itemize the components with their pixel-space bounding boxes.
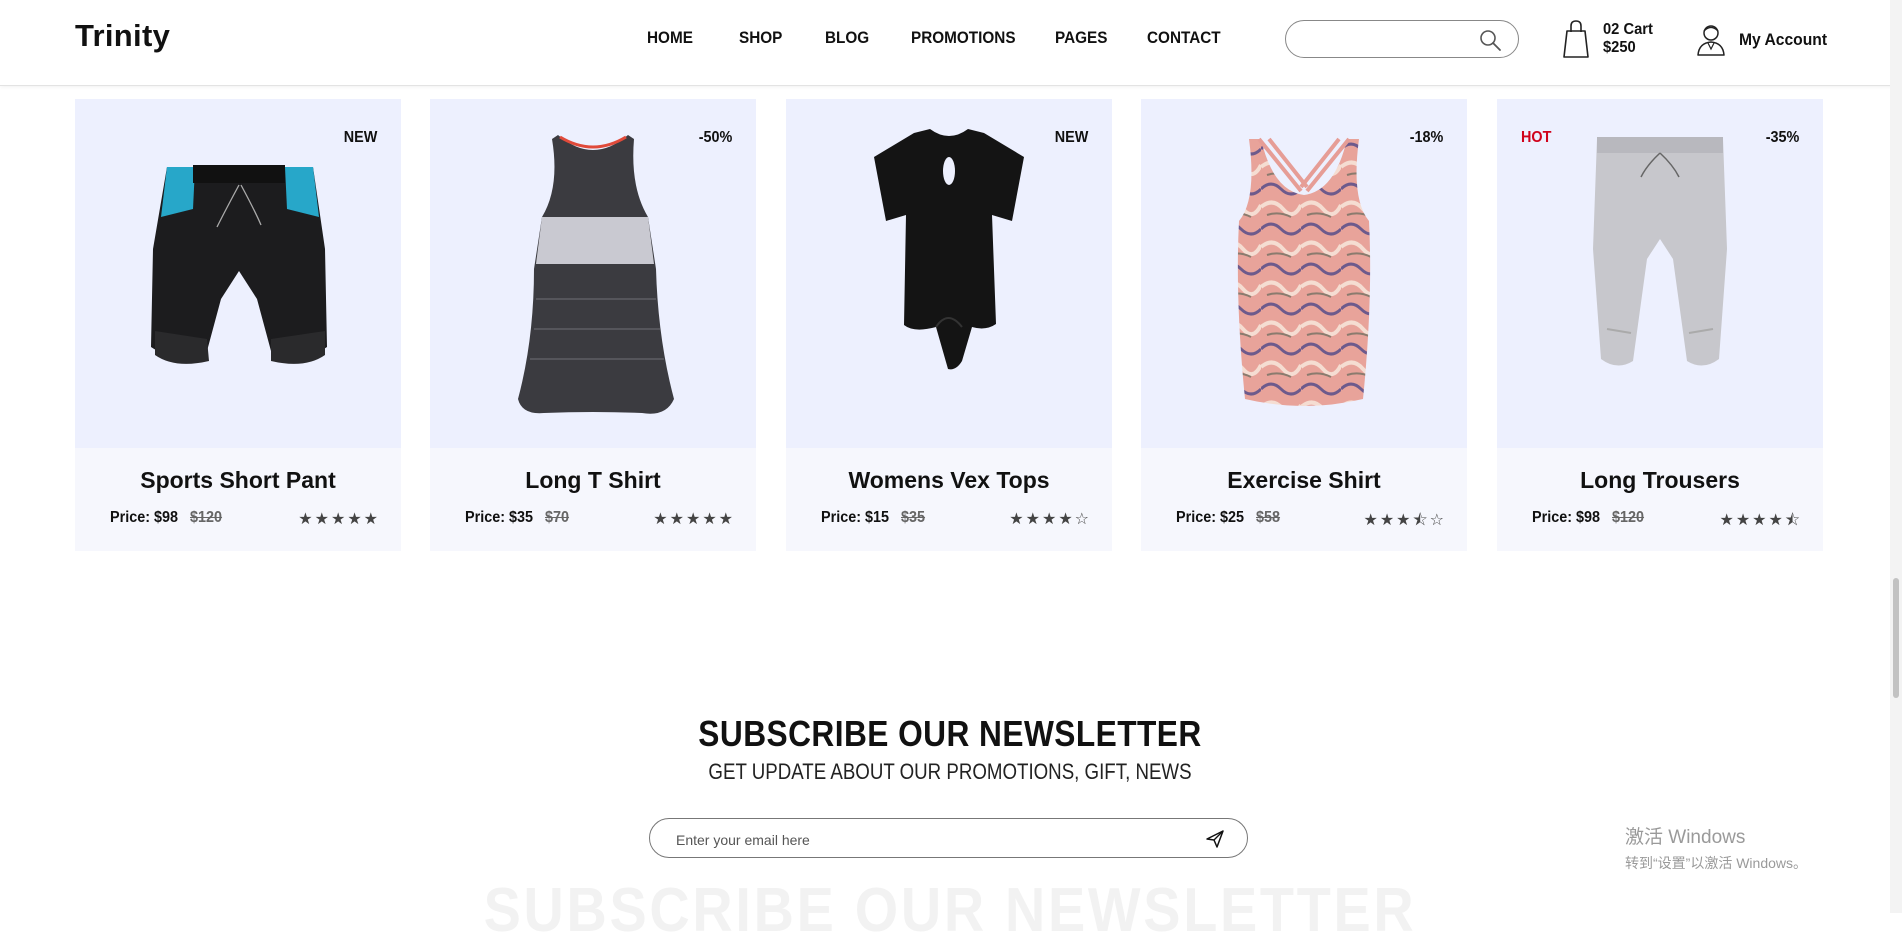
rating-stars: ★★★★★ — [653, 511, 735, 528]
cart-total: $250 — [1603, 39, 1636, 56]
scrollbar-thumb[interactable] — [1893, 578, 1899, 698]
nav-pages[interactable]: PAGES — [1055, 28, 1107, 48]
product-image[interactable] — [75, 99, 401, 448]
newsletter-ghost-title: SUBSCRIBE OUR NEWSLETTER — [483, 876, 1417, 945]
cart-summary[interactable]: 02 Cart $250 — [1603, 21, 1653, 57]
price-row: Price: $35 $70 ★★★★★ — [465, 509, 735, 531]
price-row: Price: $98 $120 ★★★★★ — [110, 509, 380, 531]
newsletter-subtitle: GET UPDATE ABOUT OUR PROMOTIONS, GIFT, N… — [708, 759, 1192, 784]
product-image[interactable] — [430, 99, 756, 448]
product-price: Price: $98 — [110, 509, 179, 526]
product-old-price: $120 — [1612, 509, 1645, 526]
email-input[interactable] — [674, 828, 1158, 852]
cart-count: 02 Cart — [1603, 21, 1653, 38]
product-name[interactable]: Sports Short Pant — [75, 467, 401, 494]
tank-dress-image — [518, 135, 674, 414]
newsletter-form — [649, 818, 1248, 858]
product-name[interactable]: Long T Shirt — [430, 467, 756, 494]
rating-stars: ★★★★★ — [298, 511, 380, 528]
top-image — [874, 129, 1024, 370]
price-row: Price: $15 $35 ★★★★☆ — [821, 509, 1091, 531]
product-badge: NEW — [1054, 129, 1088, 146]
product-badge: -18% — [1409, 129, 1443, 146]
trousers-image — [1593, 137, 1727, 366]
product-old-price: $120 — [190, 509, 223, 526]
my-account-link[interactable]: My Account — [1739, 30, 1827, 50]
price-row: Price: $98 $120 ★★★★⯪ — [1532, 509, 1802, 531]
product-price: Price: $98 — [1532, 509, 1601, 526]
nav-home[interactable]: HOME — [647, 28, 693, 48]
product-name[interactable]: Womens Vex Tops — [786, 467, 1112, 494]
rating-stars: ★★★★☆ — [1009, 511, 1091, 528]
product-name[interactable]: Long Trousers — [1497, 467, 1823, 494]
product-image[interactable] — [1497, 99, 1823, 448]
nav-blog[interactable]: BLOG — [825, 28, 869, 48]
product-badge: -35% — [1765, 129, 1799, 146]
tank-top-image — [1237, 137, 1371, 406]
nav-shop[interactable]: SHOP — [739, 28, 782, 48]
product-old-price: $35 — [901, 509, 926, 526]
search-box[interactable] — [1285, 20, 1519, 58]
product-name[interactable]: Exercise Shirt — [1141, 467, 1467, 494]
site-header: Trinity HOME SHOP BLOG PROMOTIONS PAGES … — [0, 0, 1900, 86]
rating-stars: ★★★★⯪ — [1719, 512, 1802, 529]
rating-stars: ★★★⯪☆ — [1363, 512, 1446, 529]
search-icon[interactable] — [1478, 28, 1502, 52]
user-icon[interactable] — [1696, 22, 1726, 56]
product-price: Price: $35 — [465, 509, 534, 526]
price-row: Price: $25 $58 ★★★⯪☆ — [1176, 509, 1446, 531]
product-price: Price: $25 — [1176, 509, 1245, 526]
windows-activation-watermark: 激活 Windows 转到“设置”以激活 Windows。 — [1625, 822, 1807, 873]
watermark-line1: 激活 Windows — [1625, 827, 1746, 848]
product-card[interactable]: NEW Sports Short Pant Price: $98 $120 ★★… — [75, 99, 401, 551]
page-scrollbar[interactable] — [1890, 0, 1902, 913]
hot-badge: HOT — [1521, 129, 1552, 146]
product-badge: -50% — [698, 129, 732, 146]
nav-promotions[interactable]: PROMOTIONS — [911, 28, 1016, 48]
product-badge: NEW — [343, 129, 377, 146]
logo[interactable]: Trinity — [75, 18, 170, 54]
shorts-image — [151, 165, 327, 364]
nav-contact[interactable]: CONTACT — [1147, 28, 1221, 48]
product-image[interactable] — [786, 99, 1112, 448]
product-old-price: $58 — [1256, 509, 1281, 526]
send-icon[interactable] — [1205, 829, 1225, 849]
product-old-price: $70 — [545, 509, 570, 526]
product-card[interactable]: HOT -35% Long Trousers Price: $98 $120 ★… — [1497, 99, 1823, 551]
product-card[interactable]: -18% Exercise Shirt Price: $25 $58 ★★★⯪☆ — [1141, 99, 1467, 551]
watermark-line2: 转到“设置”以激活 Windows。 — [1625, 855, 1808, 871]
product-card[interactable]: -50% Long T Shirt Price: $35 $70 ★★★★★ — [430, 99, 756, 551]
product-price: Price: $15 — [821, 509, 890, 526]
search-input[interactable] — [1300, 28, 1474, 52]
product-card[interactable]: NEW Womens Vex Tops Price: $15 $35 ★★★★☆ — [786, 99, 1112, 551]
shopping-bag-icon[interactable] — [1562, 18, 1590, 60]
product-image[interactable] — [1141, 99, 1467, 448]
newsletter-title: SUBSCRIBE OUR NEWSLETTER — [698, 713, 1202, 754]
